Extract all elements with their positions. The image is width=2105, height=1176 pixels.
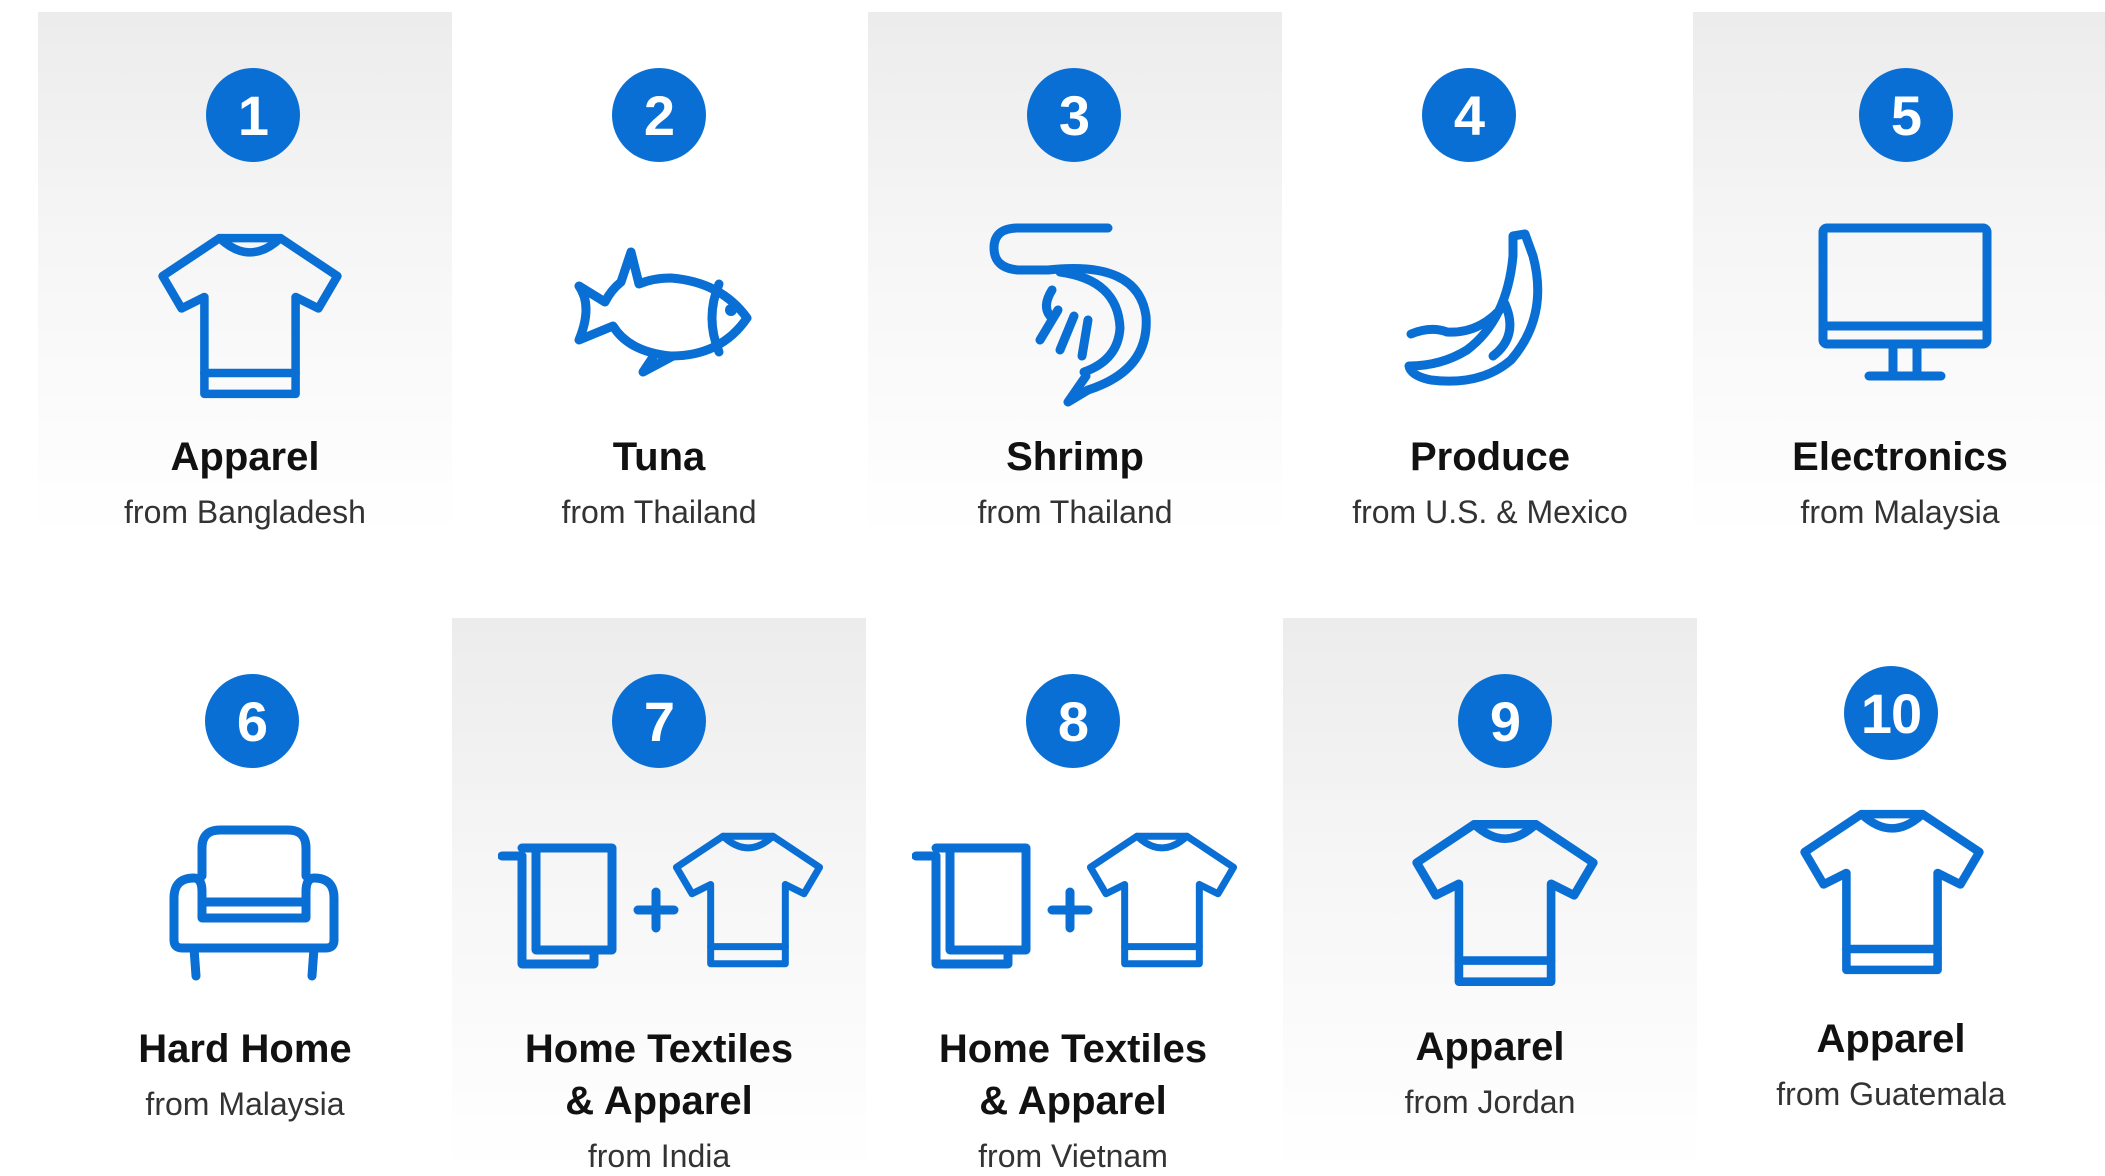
- item-origin: from India: [587, 1138, 731, 1174]
- item-card-10: 10 Apparel from Guatemala: [1684, 618, 2098, 1172]
- rank-badge: 9: [1458, 674, 1552, 768]
- rank-badge: 5: [1859, 68, 1953, 162]
- item-title-line1: Home Textiles: [938, 1027, 1208, 1071]
- item-title: Produce: [1409, 435, 1571, 479]
- tshirt-icon: [1084, 830, 1240, 970]
- item-card-5: 5 Electronics from Malaysia: [1693, 12, 2105, 537]
- monitor-icon: [1817, 222, 1993, 386]
- item-card-1: 1 Apparel from Bangladesh: [38, 12, 452, 537]
- towel-icon: [498, 840, 628, 970]
- item-title: Tuna: [612, 435, 706, 479]
- item-title: Apparel: [1816, 1017, 1966, 1061]
- item-title-line2: & Apparel: [565, 1079, 753, 1123]
- tshirt-icon: [1797, 806, 1987, 978]
- rank-badge: 2: [612, 68, 706, 162]
- fish-icon: [571, 244, 752, 377]
- item-title: Apparel: [170, 435, 320, 479]
- item-origin: from Thailand: [561, 494, 757, 530]
- item-origin: from Malaysia: [145, 1086, 345, 1122]
- item-origin: from Thailand: [977, 494, 1173, 530]
- tshirt-icon: [155, 230, 345, 402]
- item-origin: from U.S. & Mexico: [1352, 494, 1628, 530]
- item-card-9: 9 Apparel from Jordan: [1283, 618, 1697, 1172]
- item-card-7: 7 Home Textiles & Apparel from India: [452, 618, 866, 1174]
- item-card-6: 6 Hard Home from Malaysia: [38, 618, 452, 1172]
- banana-icon: [1401, 226, 1551, 386]
- item-card-2: 2 Tuna from Thailand: [452, 12, 866, 537]
- rank-badge: 10: [1844, 666, 1938, 760]
- item-origin: from Vietnam: [978, 1138, 1168, 1174]
- tshirt-icon: [1409, 816, 1601, 990]
- rank-badge: 8: [1026, 674, 1120, 768]
- rank-badge: 1: [206, 68, 300, 162]
- item-card-8: 8 Home Textiles & Apparel from Vietnam: [866, 618, 1280, 1174]
- tshirt-icon: [670, 830, 826, 970]
- armchair-icon: [166, 822, 342, 984]
- item-card-4: 4 Produce from U.S. & Mexico: [1283, 12, 1697, 537]
- item-origin: from Guatemala: [1776, 1076, 2006, 1112]
- item-origin: from Jordan: [1404, 1084, 1576, 1120]
- item-origin: from Bangladesh: [124, 494, 366, 530]
- rank-badge: 3: [1027, 68, 1121, 162]
- rank-badge: 6: [205, 674, 299, 768]
- rank-badge: 4: [1422, 68, 1516, 162]
- item-title-line1: Home Textiles: [524, 1027, 794, 1071]
- towel-icon: [912, 840, 1042, 970]
- shrimp-icon: [988, 220, 1158, 407]
- item-card-3: 3 Shrimp from Thailand: [868, 12, 1282, 537]
- item-title: Hard Home: [138, 1027, 352, 1071]
- rank-badge: 7: [612, 674, 706, 768]
- item-title-line2: & Apparel: [979, 1079, 1167, 1123]
- item-origin: from Malaysia: [1800, 494, 2000, 530]
- item-title: Apparel: [1415, 1025, 1565, 1069]
- item-title: Electronics: [1792, 435, 2008, 479]
- item-title: Shrimp: [1006, 435, 1144, 479]
